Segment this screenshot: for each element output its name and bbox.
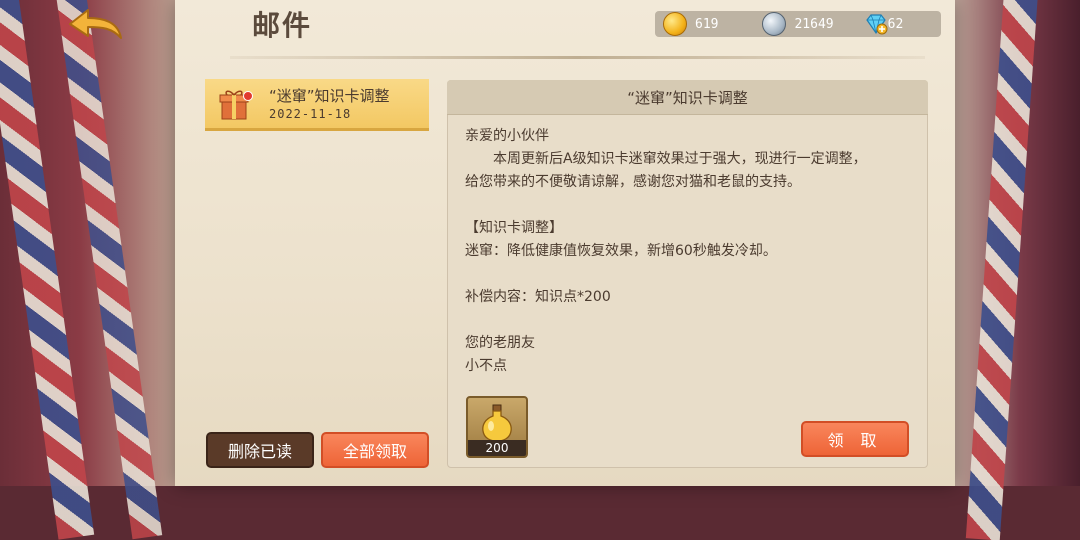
header-divider [230,56,925,59]
mail-greeting: 亲爱的小伙伴 [465,128,549,144]
silver-coin-icon [762,12,787,36]
mail-subject: “迷窜”知识卡调整 [627,88,748,107]
mail-paragraph-1: 本周更新后A级知识卡迷窜效果过于强大，现进行一定调整， [493,151,867,167]
silver-amount: 21649 [794,16,834,32]
unread-dot [243,91,253,101]
mail-item-date: 2022-11-18 [269,107,352,121]
mail-subject-bar: “迷窜”知识卡调整 [447,80,928,115]
mail-list-item[interactable]: “迷窜”知识卡调整 2022-11-18 [205,79,429,131]
mail-item-title: “迷窜”知识卡调整 [269,87,390,105]
back-button[interactable] [66,8,124,44]
gem-amount: 62 [887,16,904,32]
gem-counter[interactable]: 62 [864,13,904,35]
currency-bar: 619 21649 62 [655,11,941,37]
coin-counter[interactable]: 619 [663,12,718,36]
delete-read-button[interactable]: 删除已读 [206,432,314,468]
claim-button[interactable]: 领 取 [801,421,909,457]
reward-item[interactable]: 200 [466,396,528,458]
mail-signoff-2: 小不点 [465,358,507,374]
reward-count: 200 [468,440,526,456]
gold-coin-icon [663,12,687,36]
page-title: 邮件 [252,9,313,42]
coin-amount: 619 [695,16,719,32]
mail-compensation: 补偿内容：知识点*200 [465,289,611,305]
mail-paragraph-2: 给您带来的不便敬请谅解，感谢您对猫和老鼠的支持。 [465,174,801,190]
silver-counter[interactable]: 21649 [762,12,834,36]
mail-body: 亲爱的小伙伴 本周更新后A级知识卡迷窜效果过于强大，现进行一定调整， 给您带来的… [465,125,915,378]
mail-signoff-1: 您的老朋友 [465,335,535,351]
back-arrow-icon [69,9,122,39]
claim-all-button[interactable]: 全部领取 [321,432,429,468]
mail-change-detail: 迷窜：降低健康值恢复效果，新增60秒触发冷却。 [465,243,777,259]
potion-icon [482,404,512,442]
diamond-plus-icon [865,14,888,35]
mail-section-heading: 【知识卡调整】 [465,220,563,236]
